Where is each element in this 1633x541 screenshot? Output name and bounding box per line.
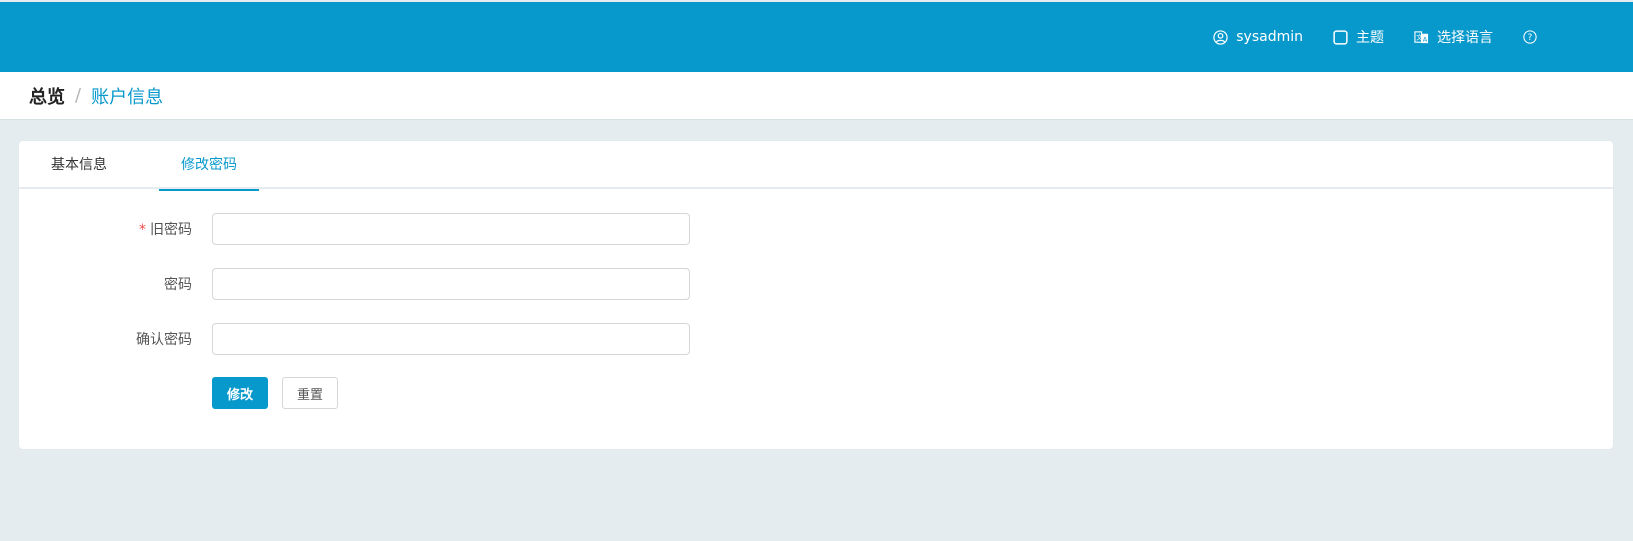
submit-button[interactable]: 修改 (212, 377, 268, 409)
theme-icon (1333, 29, 1348, 45)
account-card: 基本信息 修改密码 * 旧密码 密码 确认密码 修改 重置 (19, 141, 1613, 449)
theme-menu[interactable]: 主题 (1333, 27, 1384, 47)
username-label: sysadmin (1236, 29, 1303, 45)
user-menu[interactable]: sysadmin (1213, 29, 1303, 45)
password-row: 密码 (19, 268, 690, 300)
help-icon: ? (1523, 30, 1537, 44)
password-input[interactable] (212, 268, 690, 300)
theme-label: 主题 (1356, 30, 1384, 46)
language-menu[interactable]: 文 A 选择语言 (1414, 27, 1493, 47)
reset-button[interactable]: 重置 (282, 377, 338, 409)
breadcrumb-separator: / (75, 85, 82, 106)
translate-icon: 文 A (1414, 30, 1429, 45)
help-glyph: ? (1528, 33, 1533, 43)
password-label: 密码 (164, 277, 192, 293)
user-icon (1213, 29, 1228, 45)
form-actions: 修改 重置 (19, 377, 338, 409)
old-password-row: * 旧密码 (19, 213, 690, 245)
old-password-label: 旧密码 (150, 222, 192, 238)
breadcrumb-home[interactable]: 总览 (29, 83, 65, 109)
tab-change-password[interactable]: 修改密码 (159, 141, 259, 191)
old-password-input[interactable] (212, 213, 690, 245)
old-password-label-wrap: * 旧密码 (19, 219, 192, 239)
top-header: sysadmin 主题 文 A 选择语言 ? (0, 2, 1633, 72)
confirm-password-label: 确认密码 (136, 332, 192, 348)
help-button[interactable]: ? (1523, 30, 1537, 44)
header-actions: sysadmin 主题 文 A 选择语言 ? (1213, 2, 1537, 72)
tab-basic-info[interactable]: 基本信息 (51, 141, 159, 189)
breadcrumb: 总览 / 账户信息 (0, 72, 1633, 120)
svg-text:A: A (1423, 35, 1428, 43)
confirm-password-input[interactable] (212, 323, 690, 355)
language-label: 选择语言 (1437, 30, 1493, 46)
required-asterisk: * (139, 222, 146, 238)
tab-bar: 基本信息 修改密码 (19, 141, 1613, 191)
confirm-password-row: 确认密码 (19, 323, 690, 355)
breadcrumb-current: 账户信息 (91, 86, 164, 108)
